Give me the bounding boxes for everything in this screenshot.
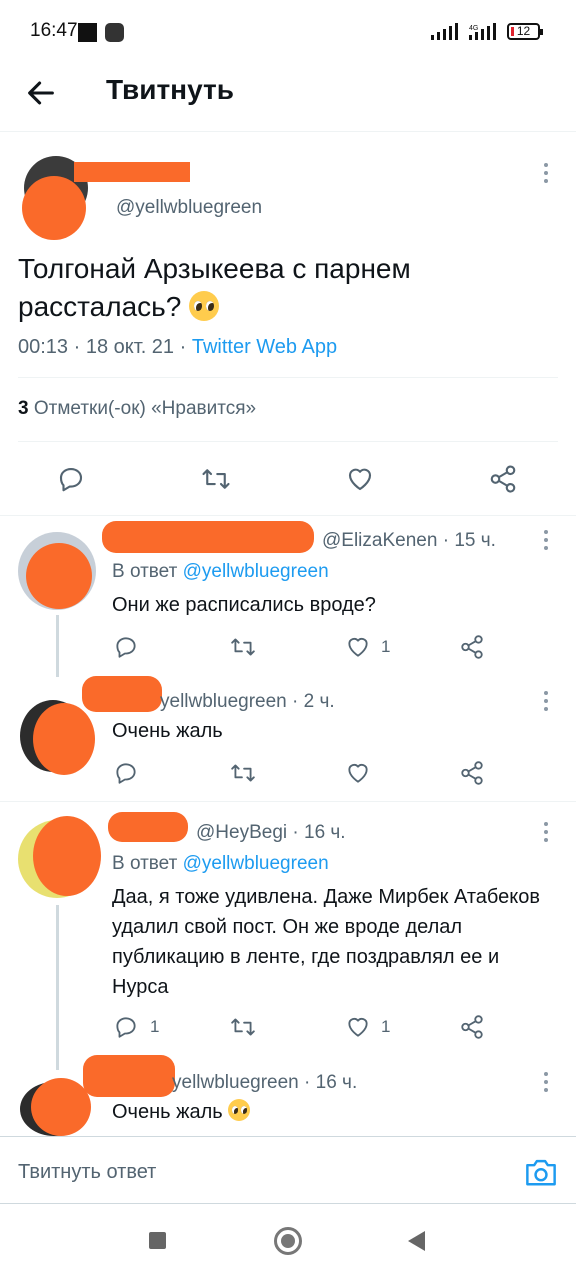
app-header: Твитнуть (0, 64, 576, 132)
tweet-source[interactable]: Twitter Web App (192, 336, 337, 358)
retweet-icon[interactable] (200, 464, 232, 494)
like-icon[interactable] (344, 1014, 372, 1040)
reply-text: Очень жаль (112, 1097, 542, 1127)
more-icon[interactable] (543, 1072, 549, 1094)
mention-link[interactable]: @yellwbluegreen (183, 853, 329, 874)
back-nav-icon[interactable] (408, 1231, 425, 1251)
system-nav-bar (0, 1204, 576, 1280)
in-reply-label: В ответ (112, 561, 178, 582)
reply-time: 2 ч. (303, 691, 335, 712)
reply-handle[interactable]: @HeyBegi (196, 822, 287, 843)
thread-line (56, 615, 59, 677)
more-icon[interactable] (543, 163, 549, 185)
retweet-icon[interactable] (229, 1014, 257, 1040)
name-redaction (74, 162, 190, 182)
tweet-date: 18 окт. 21 (85, 336, 175, 358)
likes-number: 3 (18, 398, 29, 419)
app-notification-icon (105, 23, 124, 42)
reply-text: Они же расписались вроде? (112, 594, 376, 616)
like-count: 1 (381, 1017, 391, 1036)
retweet-icon[interactable] (229, 634, 257, 660)
likes-count[interactable]: 3 Отметки(-ок) «Нравится» (18, 398, 256, 420)
retweet-icon[interactable] (229, 760, 257, 786)
tweet-text: Толгонай Арзыкеева с парнем рассталась? (18, 250, 558, 326)
tweet-handle[interactable]: @yellwbluegreen (116, 197, 262, 219)
notification-icon (78, 23, 97, 42)
reply-count: 1 (150, 1017, 160, 1036)
signal-icon (431, 23, 458, 40)
reply-text-content: Очень жаль (112, 1101, 223, 1123)
back-arrow-icon[interactable] (24, 76, 58, 110)
divider (18, 377, 558, 378)
mention-link[interactable]: @yellwbluegreen (183, 561, 329, 582)
recent-apps-icon[interactable] (149, 1232, 166, 1249)
name-redaction (108, 812, 188, 842)
reply-handle[interactable]: yellwbluegreen (160, 691, 287, 712)
home-icon[interactable] (274, 1227, 302, 1255)
avatar-redaction (33, 703, 95, 775)
in-reply-to: В ответ @yellwbluegreen (112, 853, 329, 875)
divider (0, 801, 576, 802)
avatar-redaction (26, 543, 92, 609)
status-time: 16:47 (30, 20, 78, 41)
reply-time: 16 ч. (304, 822, 346, 843)
page-title: Твитнуть (106, 74, 234, 105)
reply-icon[interactable] (56, 464, 86, 494)
reply-icon[interactable] (113, 634, 139, 660)
like-icon[interactable] (344, 634, 372, 660)
likes-label: Отметки(-ок) «Нравится» (33, 398, 257, 419)
reply-handle[interactable]: @ElizaKenen (322, 530, 437, 551)
reply-handle-line: @HeyBegi · 16 ч. (196, 822, 346, 843)
pleading-face-emoji (189, 291, 220, 321)
thread-line (56, 905, 59, 1070)
avatar-redaction (33, 816, 101, 896)
like-count: 1 (381, 637, 391, 656)
name-redaction (102, 521, 314, 553)
name-redaction (82, 676, 162, 712)
more-icon[interactable] (543, 822, 549, 844)
reply-composer[interactable]: Твитнуть ответ (0, 1136, 576, 1204)
like-icon[interactable] (344, 464, 376, 494)
tweet-time: 00:13 (18, 336, 69, 358)
composer-placeholder[interactable]: Твитнуть ответ (18, 1161, 156, 1184)
pleading-face-emoji (228, 1099, 251, 1121)
more-icon[interactable] (543, 530, 549, 552)
battery-level: 12 (516, 24, 531, 38)
avatar-redaction (31, 1078, 91, 1136)
share-icon[interactable] (459, 1014, 485, 1040)
in-reply-label: В ответ (112, 853, 178, 874)
reply-handle-line: yellwbluegreen · 16 ч. (172, 1072, 358, 1093)
reply-icon[interactable] (113, 760, 139, 786)
reply-icon[interactable] (113, 1014, 139, 1040)
share-icon[interactable] (488, 464, 518, 494)
reply-handle-line: yellwbluegreen · 2 ч. (160, 691, 335, 712)
reply-text: Даа, я тоже удивлена. Даже Мирбек Атабек… (112, 886, 540, 998)
signal-4g-icon: 4G (469, 23, 496, 40)
reply-handle-line: @ElizaKenen · 15 ч. (322, 530, 496, 551)
camera-icon[interactable] (524, 1157, 558, 1187)
svg-text:4G: 4G (469, 25, 478, 32)
reply-time: 15 ч. (454, 530, 496, 551)
name-redaction (83, 1055, 175, 1097)
share-icon[interactable] (459, 760, 485, 786)
reply-time: 16 ч. (315, 1072, 358, 1093)
reply-text: Очень жаль (112, 720, 223, 742)
in-reply-to: В ответ @yellwbluegreen (112, 561, 329, 583)
divider (18, 441, 558, 442)
status-bar: 16:47 4G 12 (0, 0, 576, 64)
more-icon[interactable] (543, 691, 549, 713)
like-icon[interactable] (344, 760, 372, 786)
divider (0, 515, 576, 516)
tweet-meta: 00:13 · 18 окт. 21 · Twitter Web App (18, 336, 338, 358)
battery-icon: 12 (507, 23, 543, 40)
avatar-redaction (22, 176, 86, 240)
share-icon[interactable] (459, 634, 485, 660)
reply-handle[interactable]: yellwbluegreen (172, 1072, 299, 1093)
